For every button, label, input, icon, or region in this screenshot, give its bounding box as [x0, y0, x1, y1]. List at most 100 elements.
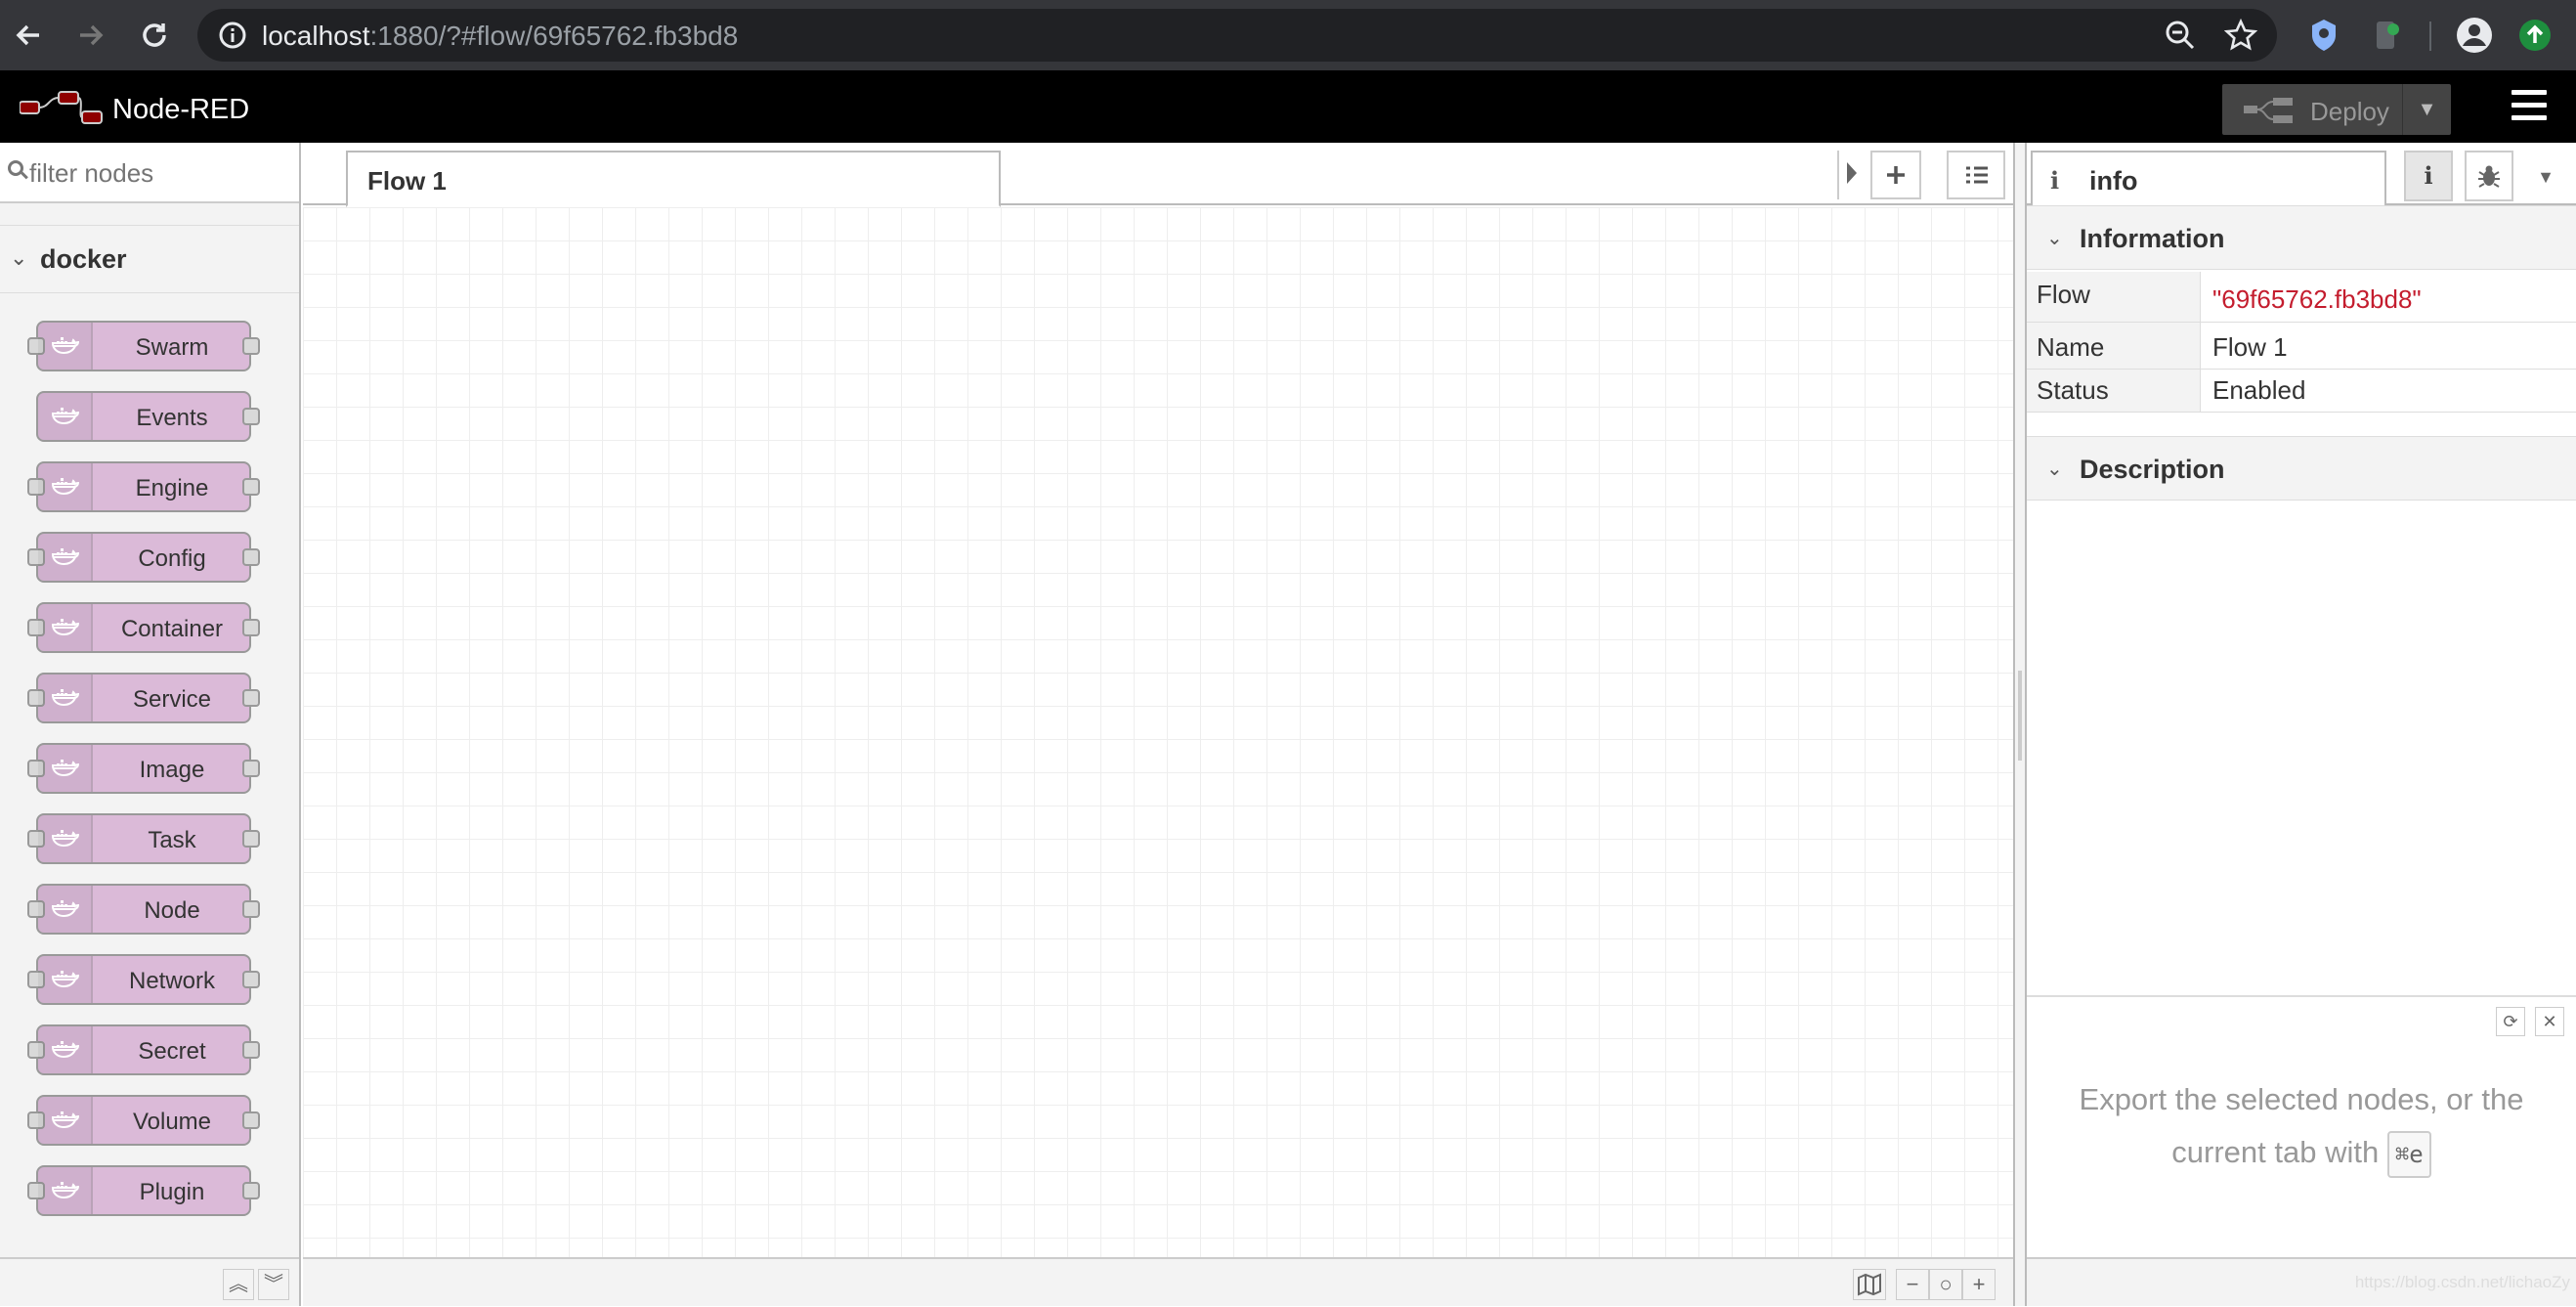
info-circle-icon[interactable]	[217, 19, 248, 60]
extension-icon[interactable]	[2304, 16, 2343, 55]
hamburger-icon[interactable]	[2512, 90, 2547, 123]
back-icon[interactable]	[10, 16, 49, 55]
update-icon[interactable]	[2515, 16, 2555, 55]
list-flows-button[interactable]	[1947, 151, 2005, 199]
sidebar-footer: https://blog.csdn.net/lichaoZy	[2027, 1257, 2576, 1306]
output-port	[242, 971, 260, 988]
chevron-down-icon: ⌄	[10, 245, 28, 270]
info-key: Flow	[2027, 272, 2201, 322]
deploy-menu-caret[interactable]: ▼	[2402, 84, 2451, 135]
profile-icon[interactable]	[2455, 16, 2494, 55]
url-path: :1880/?#flow/69f65762.fb3bd8	[369, 21, 739, 51]
debug-bug-icon[interactable]	[2465, 151, 2513, 201]
address-bar[interactable]: localhost:1880/?#flow/69f65762.fb3bd8	[197, 9, 2277, 62]
palette-node-label: Container	[120, 616, 224, 642]
resize-grip[interactable]	[2018, 671, 2022, 761]
reload-icon[interactable]	[135, 16, 174, 55]
app-title: Node-RED	[112, 94, 250, 125]
docker-whale-icon	[38, 815, 93, 862]
palette-footer: ︽ ︾	[0, 1257, 299, 1306]
forward-icon[interactable]	[70, 16, 109, 55]
close-icon[interactable]: ✕	[2535, 1007, 2564, 1036]
filter-box	[0, 143, 299, 203]
docker-whale-icon	[38, 745, 93, 792]
docker-whale-icon	[38, 323, 93, 370]
information-section-header[interactable]: ⌄ Information	[2027, 205, 2576, 270]
info-value: Flow 1	[2212, 332, 2288, 362]
palette-node-container[interactable]: Container	[27, 602, 260, 653]
palette-node-label: Secret	[138, 1038, 206, 1065]
extension-icon[interactable]	[2369, 16, 2408, 55]
output-port	[242, 1111, 260, 1129]
output-port	[242, 619, 260, 636]
palette-category-header[interactable]: ⌄ docker	[0, 225, 299, 293]
tip-shortcut-key: ⌘e	[2386, 1130, 2431, 1178]
palette-node-events[interactable]: Events	[36, 391, 260, 442]
chevron-down-icon: ⌄	[2046, 228, 2063, 249]
zoom-in-button[interactable]: +	[1962, 1269, 1996, 1300]
info-row-name: Name Flow 1	[2027, 323, 2576, 370]
palette-node-volume[interactable]: Volume	[27, 1095, 260, 1146]
sidebar-tabs-menu-caret[interactable]: ▼	[2531, 162, 2560, 192]
browser-toolbar: localhost:1880/?#flow/69f65762.fb3bd8	[0, 0, 2576, 70]
scroll-tabs-right-button[interactable]	[1837, 151, 1865, 199]
deploy-label: Deploy	[2310, 97, 2389, 126]
workspace: Flow 1 − ○ +	[303, 143, 2013, 1306]
description-section-header[interactable]: ⌄ Description	[2027, 436, 2576, 501]
collapse-all-icon[interactable]: ︽	[223, 1269, 254, 1300]
output-port	[242, 408, 260, 425]
docker-whale-icon	[38, 886, 93, 933]
tip-text: Export the selected nodes, or the curren…	[2066, 1073, 2537, 1179]
app-header: Node-RED Deploy ▼	[0, 70, 2576, 143]
palette-node-swarm[interactable]: Swarm	[27, 321, 260, 371]
palette-node-label: Image	[139, 757, 205, 783]
tab-flow-1[interactable]: Flow 1	[346, 151, 1001, 207]
output-port	[242, 689, 260, 707]
refresh-icon[interactable]: ⟳	[2496, 1007, 2525, 1036]
sidebar-tabs: i info i ▼	[2027, 143, 2576, 207]
palette-node-engine[interactable]: Engine	[27, 461, 260, 512]
search-icon	[8, 160, 23, 176]
palette-node-node[interactable]: Node	[27, 884, 260, 935]
zoom-icon[interactable]	[2164, 19, 2197, 60]
palette-node-secret[interactable]: Secret	[27, 1024, 260, 1075]
zoom-reset-button[interactable]: ○	[1929, 1269, 1962, 1300]
info-value: "69f65762.fb3bd8"	[2212, 284, 2422, 314]
output-port	[242, 548, 260, 566]
chevron-down-icon: ⌄	[2046, 458, 2063, 480]
expand-all-icon[interactable]: ︾	[258, 1269, 289, 1300]
palette-node-label: Events	[136, 405, 208, 431]
node-palette: ⌄ docker Swarm Events Engine Config Containe…	[0, 143, 301, 1306]
tip-pane: ⟳ ✕ Export the selected nodes, or the cu…	[2027, 995, 2576, 1257]
palette-node-image[interactable]: Image	[27, 743, 260, 794]
output-port	[242, 760, 260, 777]
palette-node-label: Swarm	[135, 334, 209, 361]
info-key: Status	[2027, 370, 2201, 412]
map-icon[interactable]	[1853, 1269, 1886, 1300]
url-text: localhost:1880/?#flow/69f65762.fb3bd8	[262, 21, 738, 52]
palette-node-config[interactable]: Config	[27, 532, 260, 583]
palette-node-label: Node	[144, 897, 200, 924]
palette-node-service[interactable]: Service	[27, 673, 260, 723]
info-row-status: Status Enabled	[2027, 370, 2576, 413]
palette-node-label: Task	[148, 827, 196, 853]
info-tab-button[interactable]: i	[2404, 151, 2453, 201]
watermark: https://blog.csdn.net/lichaoZy	[2354, 1273, 2570, 1291]
docker-whale-icon	[38, 534, 93, 581]
add-flow-button[interactable]	[1870, 151, 1921, 199]
docker-whale-icon	[38, 1167, 93, 1214]
filter-nodes-input[interactable]	[29, 156, 283, 190]
palette-node-network[interactable]: Network	[27, 954, 260, 1005]
star-icon[interactable]	[2223, 18, 2258, 60]
zoom-out-button[interactable]: −	[1896, 1269, 1929, 1300]
information-title: Information	[2080, 224, 2225, 253]
sidebar-separator[interactable]	[2013, 143, 2027, 1306]
deploy-button[interactable]: Deploy ▼	[2222, 84, 2451, 135]
palette-node-label: Config	[138, 545, 206, 572]
info-icon: i	[2424, 161, 2433, 190]
flow-canvas[interactable]	[303, 207, 2013, 1257]
palette-node-task[interactable]: Task	[27, 813, 260, 864]
tab-info[interactable]: i info	[2031, 151, 2386, 207]
info-row-flow: Flow "69f65762.fb3bd8"	[2027, 272, 2576, 323]
palette-node-plugin[interactable]: Plugin	[27, 1165, 260, 1216]
